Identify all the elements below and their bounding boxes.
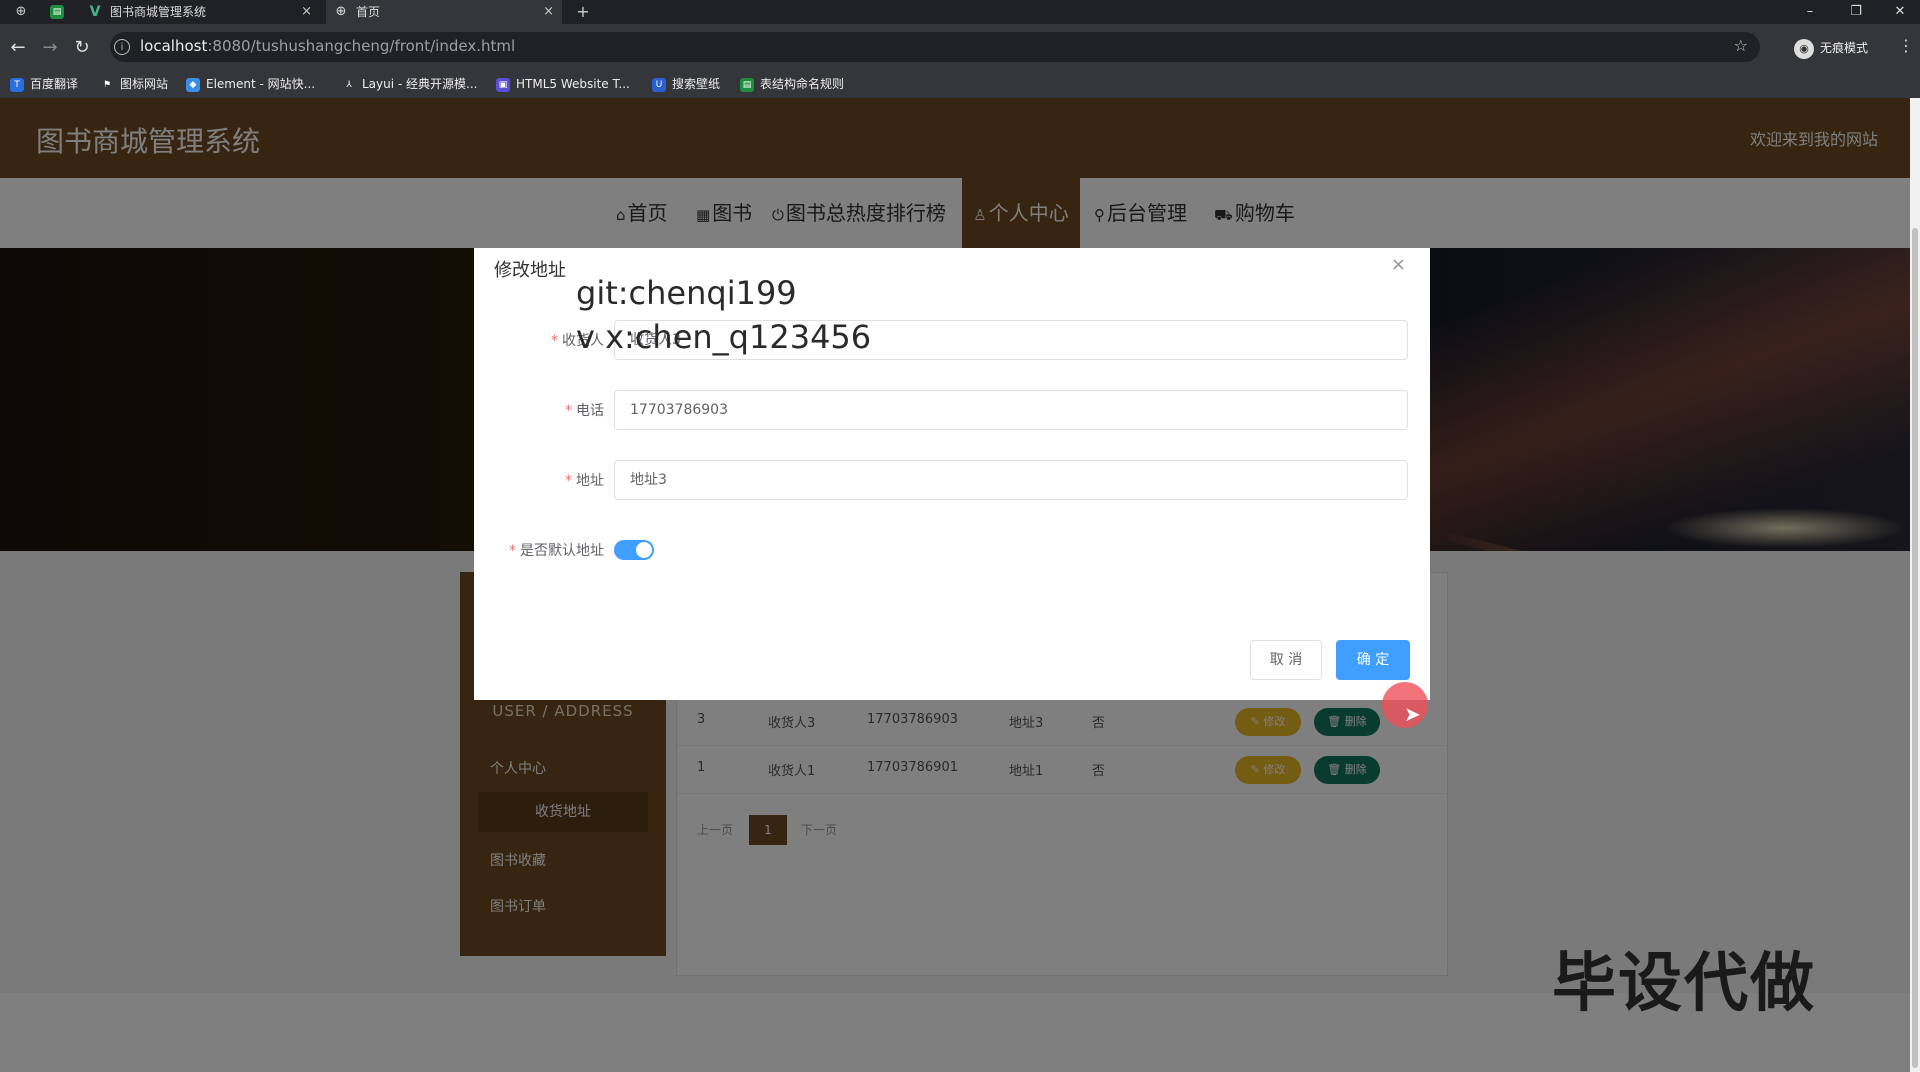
- form-label: * 电话: [565, 403, 604, 419]
- tab-close-icon[interactable]: ×: [543, 0, 554, 24]
- bookmark-star-icon[interactable]: ☆: [1734, 36, 1748, 55]
- address-bar-row: ← → ↻ i localhost:8080/tushushangcheng/f…: [0, 24, 1920, 70]
- incognito-label: 无痕模式: [1820, 41, 1869, 55]
- browser-tab-bar: ⊕ ▤ V 图书商城管理系统 × ⊕ 首页 × + – ❐ ✕: [0, 0, 1920, 24]
- edit-address-dialog: 修改地址 × * 收货人 收货人3 * 电话 17703786903 * 地址 地址3…: [474, 248, 1430, 700]
- vue-icon: V: [89, 4, 101, 20]
- reload-icon[interactable]: ↻: [70, 36, 94, 60]
- bookmark-item[interactable]: T 百度翻译: [10, 76, 78, 92]
- tab-close-icon[interactable]: ×: [301, 0, 312, 24]
- wallpaper-icon: U: [652, 77, 666, 92]
- default-address-toggle[interactable]: [614, 540, 654, 560]
- watermark-text: git:chenqi199: [576, 274, 797, 312]
- bookmark-item[interactable]: ▣ HTML5 Website T...: [496, 76, 630, 92]
- layui-icon: ⅄: [346, 79, 352, 90]
- forward-arrow-icon[interactable]: →: [38, 36, 62, 60]
- minimize-button[interactable]: –: [1790, 0, 1830, 24]
- bookmark-item[interactable]: U 搜索壁纸: [652, 76, 720, 92]
- tab-title: 图书商城管理系统: [110, 5, 207, 19]
- browser-menu-icon[interactable]: ⊕: [12, 3, 30, 21]
- page-scrollbar[interactable]: [1910, 98, 1920, 1072]
- confirm-button[interactable]: 确 定: [1336, 640, 1410, 680]
- back-arrow-icon[interactable]: ←: [6, 36, 30, 60]
- address-field[interactable]: 地址3: [614, 460, 1408, 500]
- scrollbar-thumb[interactable]: [1912, 228, 1918, 1068]
- mouse-cursor-icon: ➤: [1404, 702, 1421, 726]
- form-label: * 地址: [565, 473, 604, 489]
- cancel-button[interactable]: 取 消: [1250, 640, 1322, 680]
- dialog-title: 修改地址: [494, 260, 566, 281]
- form-label: * 是否默认地址: [509, 543, 604, 559]
- bookmark-item[interactable]: ◆ Element - 网站快...: [186, 76, 315, 92]
- info-icon[interactable]: i: [114, 39, 130, 55]
- bookmark-item[interactable]: ⅄ Layui - 经典开源模...: [342, 76, 477, 92]
- window-close-button[interactable]: ✕: [1880, 0, 1920, 24]
- sheet-icon: ▤: [740, 77, 754, 92]
- incognito-indicator[interactable]: ◉ 无痕模式: [1794, 36, 1868, 60]
- bookmark-item[interactable]: ⚑ 图标网站: [100, 76, 168, 92]
- tab-admin-system[interactable]: V 图书商城管理系统 ×: [80, 0, 320, 24]
- restore-button[interactable]: ❐: [1836, 0, 1876, 24]
- bookmark-item[interactable]: ▤ 表结构命名规则: [740, 76, 844, 92]
- flag-icon: ⚑: [102, 79, 112, 90]
- url-text: localhost:8080/tushushangcheng/front/ind…: [140, 37, 516, 55]
- new-tab-button[interactable]: +: [574, 3, 592, 21]
- translate-icon: T: [10, 77, 24, 92]
- url-input[interactable]: i localhost:8080/tushushangcheng/front/i…: [110, 32, 1760, 62]
- toggle-knob: [636, 542, 652, 558]
- close-icon[interactable]: ×: [1391, 254, 1406, 275]
- bookmarks-bar: T 百度翻译 ⚑ 图标网站 ◆ Element - 网站快... ⅄ Layui - 经…: [0, 70, 1920, 99]
- html5-icon: ▣: [496, 77, 510, 92]
- phone-field[interactable]: 17703786903: [614, 390, 1408, 430]
- incognito-icon: ◉: [1794, 38, 1814, 59]
- element-icon: ◆: [186, 77, 200, 92]
- tab-title: 首页: [356, 5, 381, 19]
- pinned-tab-icon[interactable]: ▤: [50, 5, 64, 19]
- corner-watermark: 毕设代做: [1552, 947, 1816, 1021]
- watermark-text: v x:chen_q123456: [576, 318, 872, 356]
- globe-icon: ⊕: [335, 4, 347, 19]
- tab-home[interactable]: ⊕ 首页 ×: [326, 0, 562, 24]
- more-menu-icon[interactable]: ⋮: [1898, 36, 1914, 55]
